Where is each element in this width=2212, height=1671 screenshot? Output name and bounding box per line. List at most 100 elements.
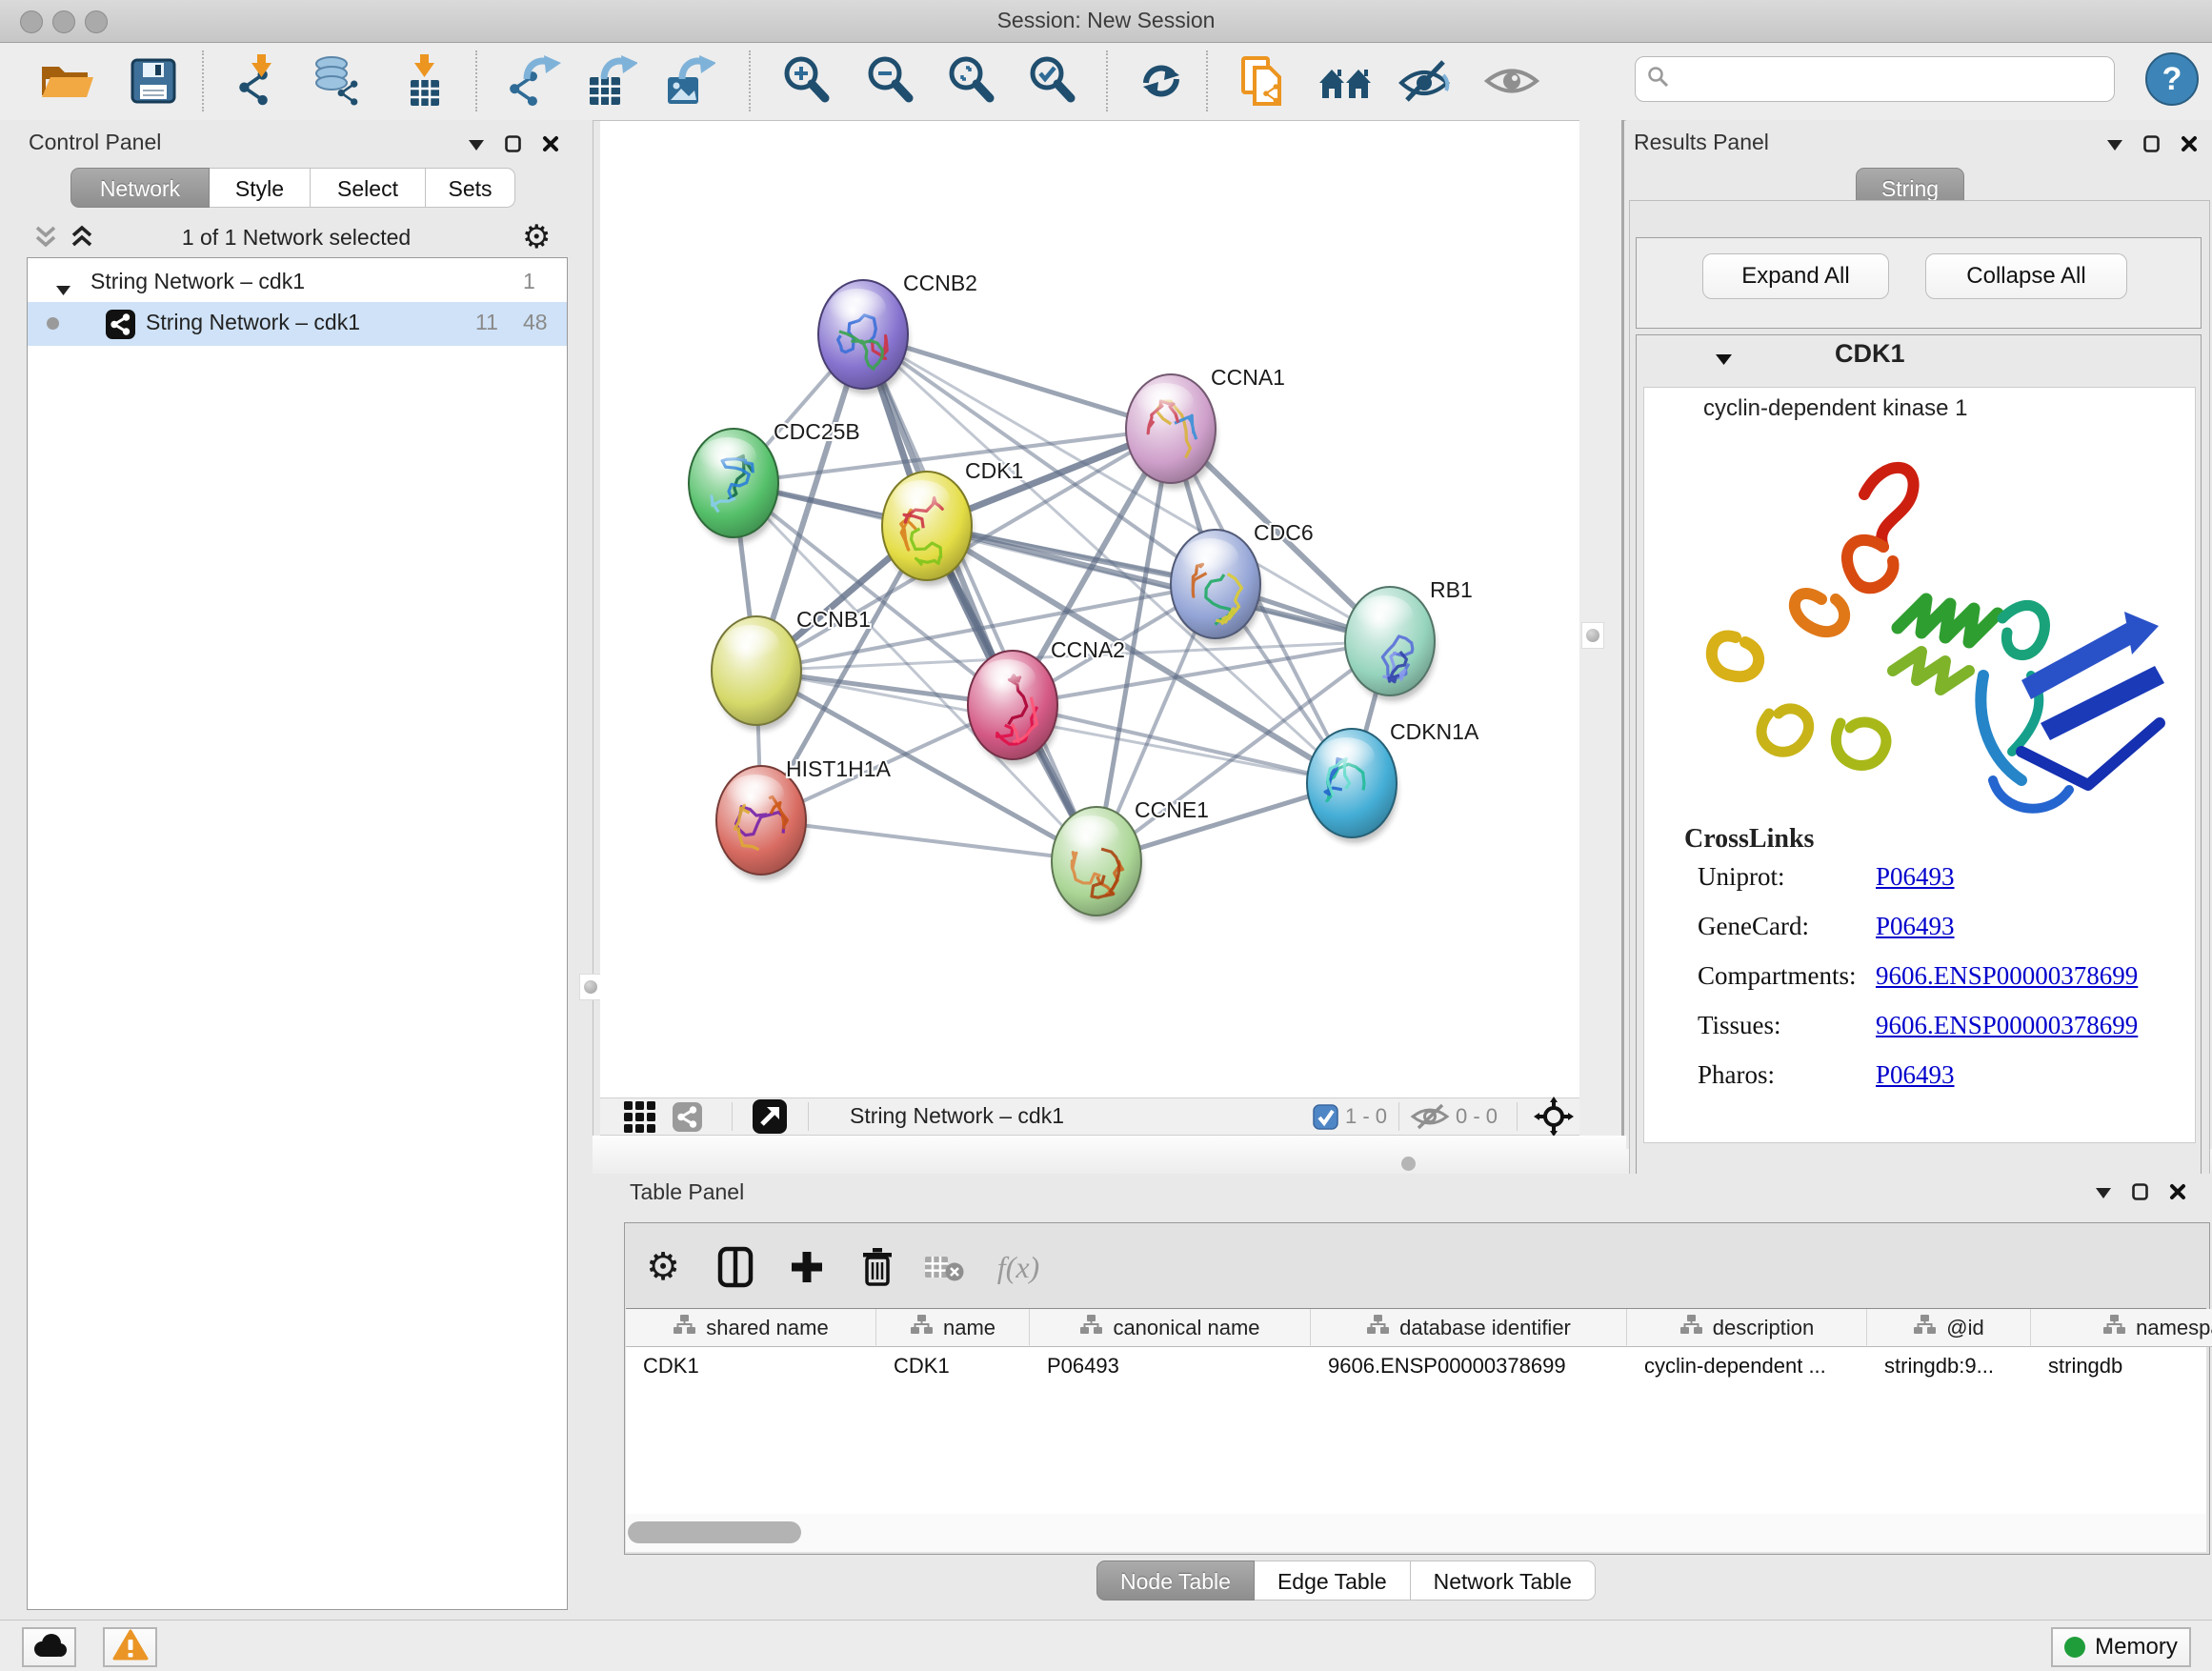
column-header-namespace[interactable]: namespace — [2031, 1309, 2212, 1347]
open-session-button[interactable] — [38, 52, 97, 110]
selected-checkbox-icon[interactable] — [1313, 1100, 1338, 1133]
memory-button[interactable]: Memory — [2051, 1627, 2191, 1667]
external-link-icon[interactable] — [753, 1100, 787, 1133]
zoom-in-button[interactable] — [777, 52, 836, 110]
node-CCNE1[interactable]: CCNE1 — [1052, 797, 1209, 921]
birdseye-grid-icon[interactable] — [623, 1100, 657, 1133]
tab-sets[interactable]: Sets — [426, 168, 515, 208]
zoom-selected-button[interactable] — [1023, 52, 1082, 110]
import-table-file-button[interactable] — [394, 52, 453, 110]
tab-edge-table[interactable]: Edge Table — [1255, 1560, 1411, 1601]
edge-CCNB2-CCNA1[interactable] — [863, 334, 1171, 429]
table-panel-float-button[interactable] — [2132, 1183, 2148, 1205]
show-all-button[interactable] — [1482, 52, 1541, 110]
node-CDK1[interactable]: CDK1 — [882, 458, 1023, 586]
control-panel-float-menu[interactable] — [469, 138, 484, 155]
node-CCNB2[interactable]: CCNB2 — [818, 271, 977, 394]
tab-node-table[interactable]: Node Table — [1096, 1560, 1255, 1601]
edge-CCNB2-CCNE1[interactable] — [863, 334, 1096, 861]
node-HIST1H1A[interactable]: HIST1H1A — [716, 756, 892, 880]
node-CDKN1A[interactable]: CDKN1A — [1307, 719, 1479, 843]
collapse-all-button[interactable]: Collapse All — [1925, 253, 2127, 299]
save-session-button[interactable] — [124, 52, 183, 110]
results-panel-close-button[interactable] — [2181, 135, 2198, 157]
results-panel-float-menu[interactable] — [2107, 138, 2122, 155]
table-cell[interactable]: cyclin-dependent ... — [1627, 1347, 1867, 1385]
network-edge-count: 48 — [523, 310, 548, 335]
node-CCNA1[interactable]: CCNA1 — [1126, 365, 1285, 489]
table-cell[interactable]: CDK1 — [626, 1347, 876, 1385]
table-gear-icon[interactable]: ⚙ — [636, 1240, 690, 1294]
export-image-button[interactable] — [659, 52, 718, 110]
network-row-selected[interactable]: String Network – cdk1 11 48 — [28, 302, 567, 346]
crosshair-icon[interactable] — [1534, 1100, 1574, 1133]
horizontal-splitter-grip[interactable] — [1401, 1157, 1416, 1171]
edge-HIST1H1A-CCNE1[interactable] — [761, 820, 1096, 861]
table-horizontal-scrollbar[interactable] — [626, 1514, 2206, 1552]
import-network-database-button[interactable] — [309, 52, 368, 110]
warnings-button[interactable] — [103, 1627, 157, 1667]
window-title: Session: New Session — [0, 8, 2212, 33]
column-header-shared-name[interactable]: shared name — [626, 1309, 876, 1347]
function-builder-icon: f(x) — [992, 1240, 1045, 1294]
delete-column-trash-icon[interactable] — [851, 1240, 904, 1294]
export-network-button[interactable] — [505, 52, 564, 110]
import-network-file-button[interactable] — [231, 52, 290, 110]
left-splitter-grip[interactable] — [579, 974, 602, 1000]
node-CDC6[interactable]: CDC6 — [1171, 520, 1314, 644]
node-label-CCNA1: CCNA1 — [1211, 365, 1285, 390]
tab-style[interactable]: Style — [210, 168, 311, 208]
export-table-button[interactable] — [581, 52, 640, 110]
crosslink-label: Pharos: — [1698, 1060, 1775, 1090]
column-header-name[interactable]: name — [876, 1309, 1030, 1347]
results-panel-float-button[interactable] — [2143, 135, 2160, 157]
table-cell[interactable]: stringdb:9... — [1867, 1347, 2031, 1385]
right-splitter-grip[interactable] — [1581, 622, 1604, 649]
zoom-fit-button[interactable] — [942, 52, 1001, 110]
create-column-plus-icon[interactable] — [780, 1240, 834, 1294]
hidden-eye-slash-icon[interactable] — [1410, 1100, 1450, 1133]
hide-selected-button[interactable] — [1395, 52, 1454, 110]
crosslink-link[interactable]: 9606.ENSP00000378699 — [1876, 1011, 2138, 1040]
table-cell[interactable]: stringdb — [2031, 1347, 2212, 1385]
first-neighbors-button[interactable] — [1317, 52, 1376, 110]
crosslink-link[interactable]: 9606.ENSP00000378699 — [1876, 961, 2138, 991]
column-header-@id[interactable]: @id — [1867, 1309, 2031, 1347]
clone-network-button[interactable] — [1233, 52, 1292, 110]
table-tabs: Node TableEdge TableNetwork Table — [1096, 1560, 1596, 1601]
network-list-subheader: 1 of 1 Network selected ⚙ — [0, 219, 593, 257]
expand-all-button[interactable]: Expand All — [1702, 253, 1889, 299]
share-network-icon[interactable] — [673, 1100, 702, 1133]
gear-icon[interactable]: ⚙ — [522, 221, 551, 253]
tab-select[interactable]: Select — [311, 168, 426, 208]
control-panel-float-button[interactable] — [505, 135, 521, 157]
tab-network-table[interactable]: Network Table — [1411, 1560, 1596, 1601]
table-panel-float-menu[interactable] — [2096, 1186, 2111, 1203]
cloud-status-button[interactable] — [22, 1627, 76, 1667]
node-RB1[interactable]: RB1 — [1345, 577, 1473, 701]
table-cell[interactable]: CDK1 — [876, 1347, 1030, 1385]
refresh-view-button[interactable] — [1132, 52, 1191, 110]
search-input[interactable] — [1670, 66, 2074, 92]
edge-CCNA2-CDKN1A[interactable] — [1013, 705, 1352, 783]
table-panel-close-button[interactable] — [2169, 1183, 2186, 1205]
crosslink-link[interactable]: P06493 — [1876, 912, 1955, 941]
table-cell[interactable]: 9606.ENSP00000378699 — [1311, 1347, 1627, 1385]
table-cell[interactable]: P06493 — [1030, 1347, 1311, 1385]
gene-collapse-triangle-icon[interactable] — [1716, 352, 1732, 370]
help-button[interactable]: ? — [2145, 52, 2199, 106]
show-columns-icon[interactable] — [709, 1240, 762, 1294]
scrollbar-thumb[interactable] — [628, 1521, 801, 1543]
collection-expand-triangle-icon[interactable] — [56, 275, 70, 301]
network-canvas[interactable]: CCNB2 CCNA1 CDC25B CDK1 CDC6 RB1 CCNB1 C… — [600, 121, 1579, 1097]
zoom-out-button[interactable] — [861, 52, 920, 110]
node-table[interactable]: shared nameCDK1nameCDK1canonical nameP06… — [626, 1308, 2206, 1515]
column-header-description[interactable]: description — [1627, 1309, 1867, 1347]
network-collection-row[interactable]: String Network – cdk1 1 — [28, 264, 567, 302]
column-header-canonical-name[interactable]: canonical name — [1030, 1309, 1311, 1347]
control-panel-close-button[interactable] — [542, 135, 559, 157]
crosslink-link[interactable]: P06493 — [1876, 862, 1955, 892]
crosslink-link[interactable]: P06493 — [1876, 1060, 1955, 1090]
tab-network[interactable]: Network — [70, 168, 210, 208]
column-header-database-identifier[interactable]: database identifier — [1311, 1309, 1627, 1347]
